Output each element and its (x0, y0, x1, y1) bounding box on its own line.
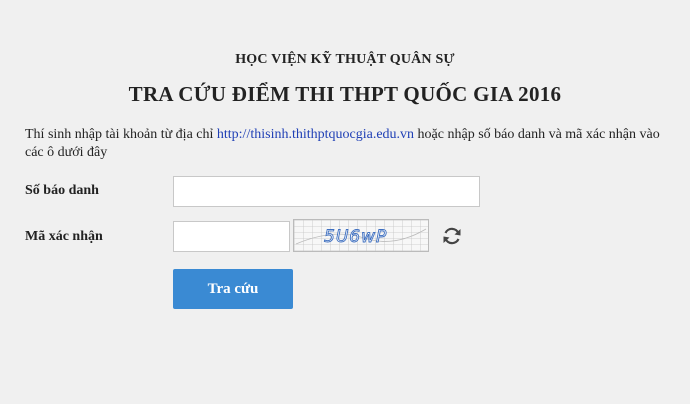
captcha-image: 5U6wP (293, 219, 429, 252)
page-title: TRA CỨU ĐIỂM THI THPT QUỐC GIA 2016 (128, 82, 562, 106)
refresh-captcha-button[interactable] (441, 225, 463, 247)
intro-text: Thí sinh nhập tài khoản từ địa chỉ http:… (25, 126, 670, 162)
refresh-icon (443, 227, 461, 245)
captcha-label: Mã xác nhận (25, 229, 103, 244)
organization-name: HỌC VIỆN KỸ THUẬT QUÂN SỰ (235, 52, 455, 67)
intro-text-before: Thí sinh nhập tài khoản từ địa chỉ (25, 127, 217, 142)
captcha-text: 5U6wP (324, 227, 387, 247)
captcha-input[interactable] (173, 221, 290, 252)
sbd-input[interactable] (173, 176, 480, 207)
thisinh-link[interactable]: http://thisinh.thithptquocgia.edu.vn (217, 127, 414, 142)
sbd-label: Số báo danh (25, 183, 99, 198)
search-button[interactable]: Tra cứu (173, 269, 293, 309)
